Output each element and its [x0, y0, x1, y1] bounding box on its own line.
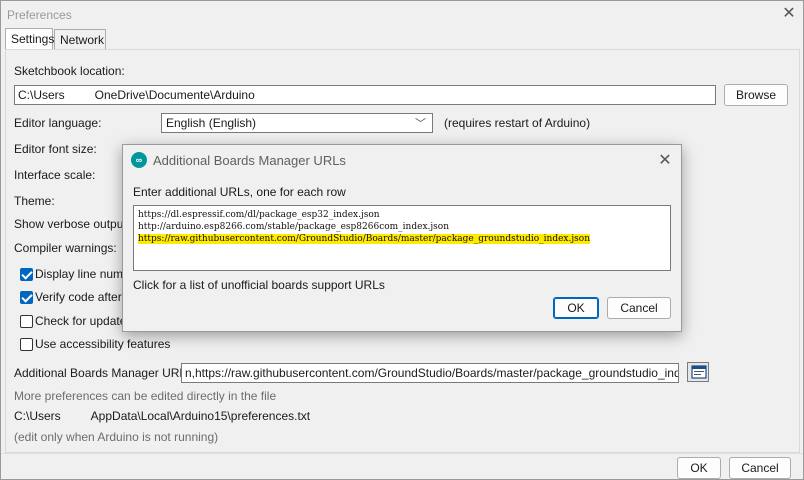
sketchbook-path-field[interactable]: C:\Users OneDrive\Documente\Arduino: [14, 85, 716, 105]
check-updates-label: Check for updates: [35, 314, 133, 328]
boards-urls-label: Additional Boards Manager URLs:: [14, 366, 196, 380]
theme-label: Theme:: [14, 194, 55, 208]
editor-language-label: Editor language:: [14, 116, 102, 130]
cancel-button[interactable]: Cancel: [729, 457, 791, 479]
sketchbook-label: Sketchbook location:: [14, 64, 125, 78]
url-row: http://arduino.esp8266.com/stable/packag…: [138, 222, 450, 232]
urls-textarea[interactable]: https://dl.espressif.com/dl/package_esp3…: [133, 205, 671, 271]
tab-settings[interactable]: Settings: [5, 28, 54, 50]
dialog-close-icon[interactable]: ✕: [657, 150, 673, 170]
prefs-path-suffix: AppData\Local\Arduino15\preferences.txt: [90, 409, 311, 423]
prefs-file-path[interactable]: C:\Users AppData\Local\Arduino15\preferen…: [14, 409, 310, 423]
verify-code-checkbox[interactable]: [20, 291, 33, 304]
window-title: Preferences: [7, 8, 72, 22]
preferences-titlebar: Preferences ✕: [1, 1, 803, 29]
dialog-title: Additional Boards Manager URLs: [153, 153, 346, 168]
dialog-ok-button[interactable]: OK: [553, 297, 599, 319]
check-updates-checkbox[interactable]: [20, 315, 33, 328]
unofficial-urls-link[interactable]: Click for a list of unofficial boards su…: [133, 278, 385, 292]
interface-scale-label: Interface scale:: [14, 168, 96, 182]
verbose-label: Show verbose output d: [14, 217, 137, 231]
compiler-warnings-label: Compiler warnings:: [14, 241, 117, 255]
accessibility-checkbox[interactable]: [20, 338, 33, 351]
arduino-logo-icon: ∞: [131, 152, 147, 168]
tab-network[interactable]: Network: [54, 29, 106, 49]
font-size-label: Editor font size:: [14, 142, 97, 156]
boards-urls-field[interactable]: n,https://raw.githubusercontent.com/Grou…: [181, 363, 679, 383]
browse-button[interactable]: Browse: [724, 84, 788, 106]
chevron-down-icon: ﹀: [415, 118, 426, 130]
edit-note: (edit only when Arduino is not running): [14, 430, 219, 444]
verify-code-label: Verify code after u: [35, 290, 132, 304]
editor-language-note: (requires restart of Arduino): [444, 116, 591, 130]
close-icon[interactable]: ✕: [779, 4, 799, 24]
sketchbook-path-prefix: C:\Users: [18, 88, 65, 102]
editor-language-select[interactable]: English (English) ﹀: [161, 113, 433, 133]
sketchbook-path-suffix: OneDrive\Documente\Arduino: [94, 88, 255, 102]
window-edit-icon: [691, 365, 707, 379]
url-row: https://raw.githubusercontent.com/Ground…: [138, 234, 590, 244]
url-row: https://dl.espressif.com/dl/package_esp3…: [138, 210, 380, 220]
ok-button[interactable]: OK: [677, 457, 721, 479]
accessibility-label: Use accessibility features: [35, 337, 171, 351]
edit-urls-button[interactable]: [687, 362, 709, 382]
line-numbers-checkbox[interactable]: [20, 268, 33, 281]
more-prefs-text: More preferences can be edited directly …: [14, 389, 277, 403]
dialog-instruction: Enter additional URLs, one for each row: [133, 185, 346, 199]
editor-language-value: English (English): [166, 116, 257, 130]
dialog-cancel-button[interactable]: Cancel: [607, 297, 671, 319]
boards-urls-dialog: ∞ Additional Boards Manager URLs ✕ Enter…: [122, 144, 682, 332]
footer-divider: [1, 453, 803, 454]
prefs-path-prefix: C:\Users: [14, 409, 61, 423]
